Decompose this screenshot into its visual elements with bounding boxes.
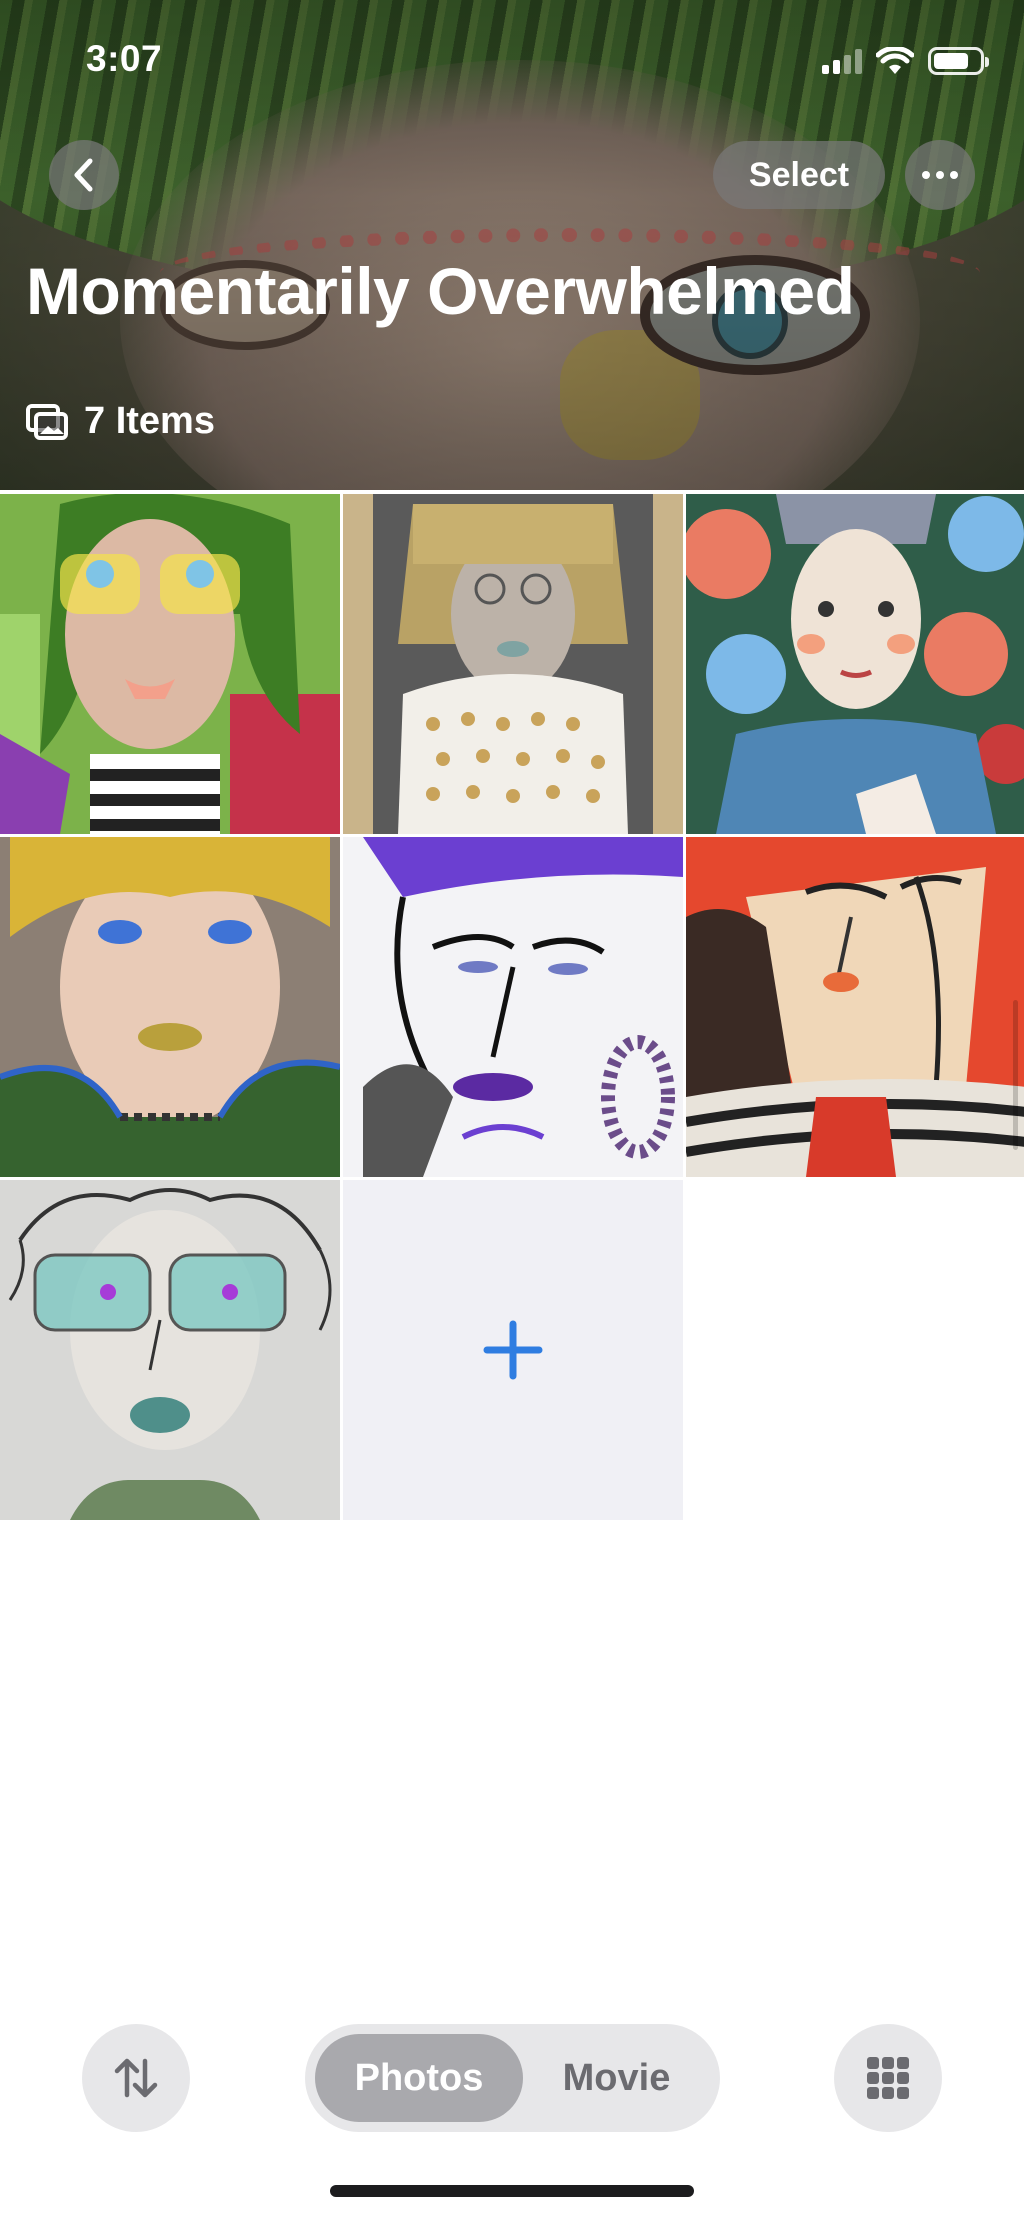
status-icons xyxy=(822,44,989,78)
sort-arrows-icon xyxy=(114,2058,158,2098)
photo-thumbnail-1[interactable] xyxy=(0,494,340,834)
photo-thumbnail-7[interactable] xyxy=(0,1180,340,1520)
wifi-icon xyxy=(876,47,914,74)
album-header: 3:07 Select Momentarily Overwhelmed 7 It… xyxy=(0,0,1024,490)
photo-stack-icon xyxy=(26,403,68,440)
more-options-button[interactable] xyxy=(905,140,975,210)
portrait-image xyxy=(0,837,340,1177)
portrait-image xyxy=(686,837,1024,1177)
portrait-image xyxy=(0,1180,340,1520)
back-button[interactable] xyxy=(49,140,119,210)
item-count: 7 Items xyxy=(84,400,215,442)
album-meta: 7 Items xyxy=(26,400,215,443)
ellipsis-icon xyxy=(922,171,958,179)
chevron-left-icon xyxy=(74,158,93,192)
plus-icon xyxy=(483,1320,543,1380)
photo-thumbnail-6[interactable] xyxy=(686,837,1024,1177)
segment-movie[interactable]: Movie xyxy=(523,2034,710,2122)
photo-thumbnail-5[interactable] xyxy=(343,837,683,1177)
photo-thumbnail-2[interactable] xyxy=(343,494,683,834)
portrait-image xyxy=(686,494,1024,834)
portrait-image xyxy=(343,494,683,834)
add-photos-tile[interactable] xyxy=(343,1180,683,1520)
album-title: Momentarily Overwhelmed xyxy=(26,254,855,328)
select-button[interactable]: Select xyxy=(713,141,885,209)
cellular-signal-icon xyxy=(822,48,862,74)
portrait-image xyxy=(0,494,340,834)
view-mode-segmented-control: Photos Movie xyxy=(305,2024,720,2132)
home-indicator[interactable] xyxy=(330,2185,694,2197)
segment-photos[interactable]: Photos xyxy=(315,2034,523,2122)
photo-thumbnail-3[interactable] xyxy=(686,494,1024,834)
photo-thumbnail-4[interactable] xyxy=(0,837,340,1177)
battery-icon xyxy=(928,47,989,75)
sort-button[interactable] xyxy=(82,2024,190,2132)
grid-layout-button[interactable] xyxy=(834,2024,942,2132)
status-time: 3:07 xyxy=(86,38,163,79)
portrait-image xyxy=(343,837,683,1177)
grid-icon xyxy=(867,2057,909,2099)
scroll-indicator xyxy=(1013,1000,1018,1150)
